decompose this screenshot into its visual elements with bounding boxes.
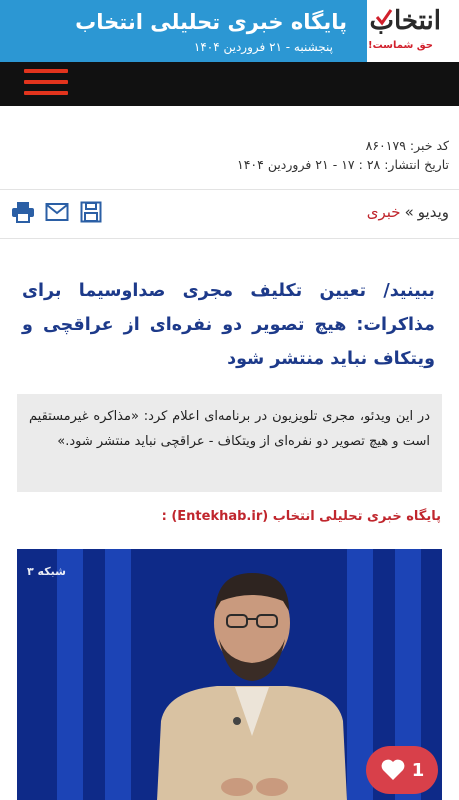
presenter-image (157, 573, 347, 800)
publish-date: تاریخ انتشار: ۲۸ : ۱۷ - ۲۱ فروردین ۱۴۰۴ (236, 157, 449, 172)
channel-logo: ۳ شبکه (27, 565, 66, 578)
nav-bar (0, 62, 459, 106)
article-tools (10, 201, 104, 223)
like-button[interactable]: 1 (366, 746, 438, 794)
divider (0, 238, 459, 239)
article-headline: ببینید/ تعیین تکلیف مجری صداوسیما برای م… (22, 281, 435, 369)
breadcrumb-news[interactable]: خبری (367, 203, 401, 221)
news-code: کد خبر: ۸۶۰۱۷۹ (365, 138, 449, 153)
hamburger-menu-icon[interactable] (24, 69, 68, 99)
site-logo[interactable]: انتخاب حق شماست! (367, 0, 459, 62)
article-source[interactable]: پایگاه خبری تحلیلی انتخاب (Entekhab.ir) … (162, 509, 441, 524)
logo-tagline: حق شماست! (368, 40, 433, 51)
save-icon[interactable] (78, 201, 104, 223)
studio-light (57, 549, 83, 800)
like-count: 1 (411, 759, 425, 781)
site-title[interactable]: پایگاه خبری تحلیلی انتخاب (75, 10, 347, 34)
mail-icon[interactable] (44, 201, 70, 223)
breadcrumb: ویدیو»خبری (367, 203, 449, 221)
studio-light (105, 549, 131, 800)
breadcrumb-video[interactable]: ویدیو (418, 203, 449, 221)
breadcrumb-separator: » (404, 203, 414, 221)
header-date: پنجشنبه - ۲۱ فروردین ۱۴۰۴ (193, 40, 333, 54)
heart-icon (381, 759, 405, 780)
video-player[interactable]: ۳ شبکه 1 (17, 549, 442, 800)
logo-word: انتخاب (369, 6, 442, 36)
print-icon[interactable] (10, 201, 36, 223)
divider (0, 189, 459, 190)
site-header: انتخاب حق شماست! پایگاه خبری تحلیلی انتخ… (0, 0, 459, 62)
article-lead: در این ویدئو، مجری تلویزیون در برنامه‌ای… (17, 394, 442, 492)
